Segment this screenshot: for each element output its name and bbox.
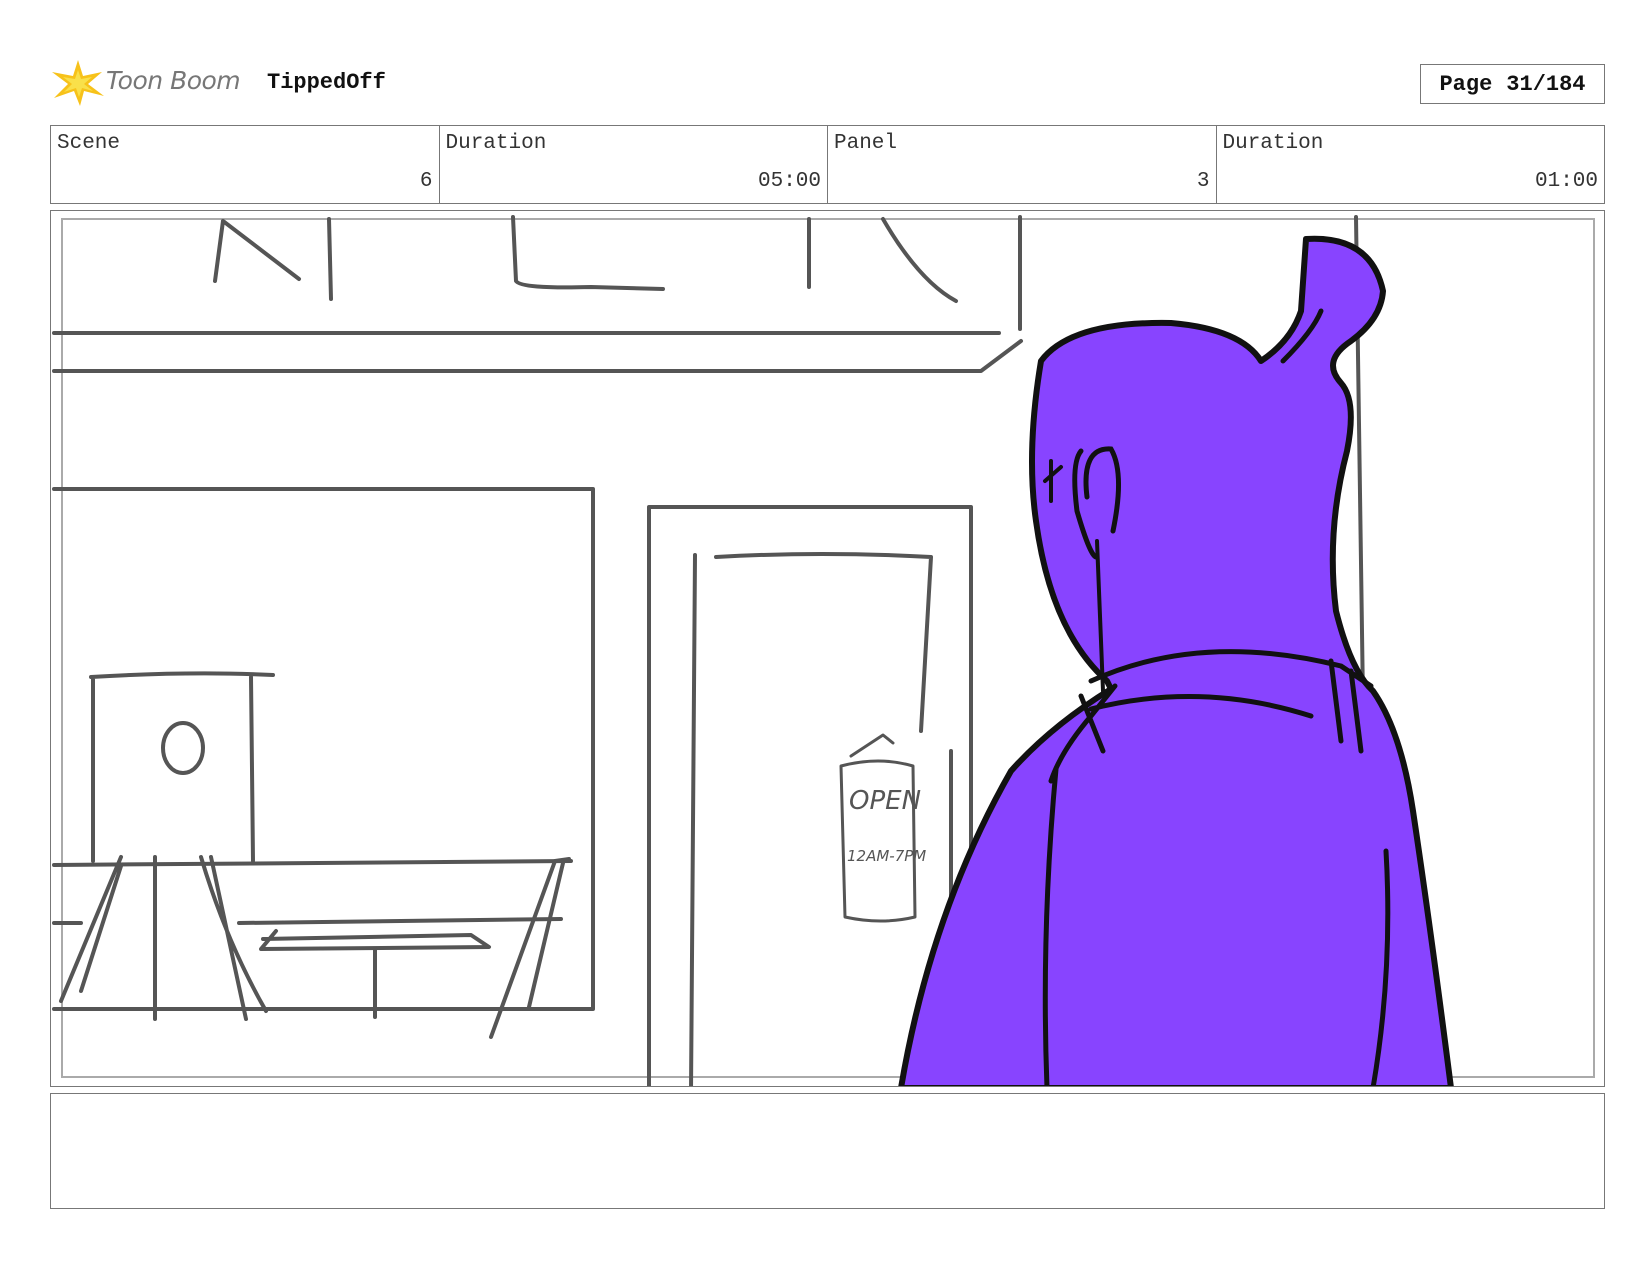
project-title: TippedOff (267, 70, 386, 95)
page-indicator: Page 31/184 (1420, 64, 1605, 104)
counter-shelf (259, 929, 491, 951)
shop-window (52, 487, 595, 1011)
scene-label: Scene (57, 132, 121, 155)
character-silhouette (898, 235, 1454, 1086)
panel-sketch: OPEN 12AM-7PM (52, 215, 1595, 1086)
starburst-icon (52, 60, 104, 106)
menu-board (89, 671, 275, 863)
sign-letter-l (511, 215, 665, 291)
open-sign-hours: 12AM-7PM (847, 847, 926, 865)
panel-duration-value: 01:00 (1534, 170, 1598, 193)
panel-value: 3 (1196, 170, 1210, 193)
open-sign-text: OPEN (849, 786, 921, 816)
scene-duration-label: Duration (445, 132, 547, 155)
sign-letter-n (213, 217, 333, 301)
sign-letter-k (807, 217, 958, 303)
scene-duration-value: 05:00 (757, 170, 821, 193)
panel-duration-cell: Duration 01:00 (1217, 126, 1605, 203)
storyboard-header: Toon Boom TippedOff Page 31/184 (50, 58, 1605, 108)
toon-boom-logo: Toon Boom (50, 58, 250, 108)
storyboard-panel: OPEN 12AM-7PM (50, 210, 1605, 1087)
awning-bottom-line (52, 339, 1023, 373)
panel-duration-label: Duration (1222, 132, 1324, 155)
scene-duration-cell: Duration 05:00 (440, 126, 828, 203)
menu-board-circle (161, 721, 205, 775)
counter-legs (59, 855, 268, 1021)
panel-cell: Panel 3 (828, 126, 1217, 203)
panel-info-row: Scene 6 Duration 05:00 Panel 3 Duration … (50, 125, 1605, 204)
caption-box (50, 1093, 1605, 1209)
character-body (898, 235, 1454, 1086)
open-sign-board (839, 759, 917, 923)
scene-cell: Scene 6 (51, 126, 440, 203)
scene-value: 6 (419, 170, 433, 193)
panel-label: Panel (834, 132, 898, 155)
door-inner (689, 552, 933, 1086)
logo-text: Toon Boom (106, 66, 241, 95)
open-sign-hanger (849, 733, 895, 758)
page-label: Page (1439, 71, 1493, 97)
page-number: 31/184 (1506, 71, 1586, 97)
counter-lines (52, 859, 573, 925)
